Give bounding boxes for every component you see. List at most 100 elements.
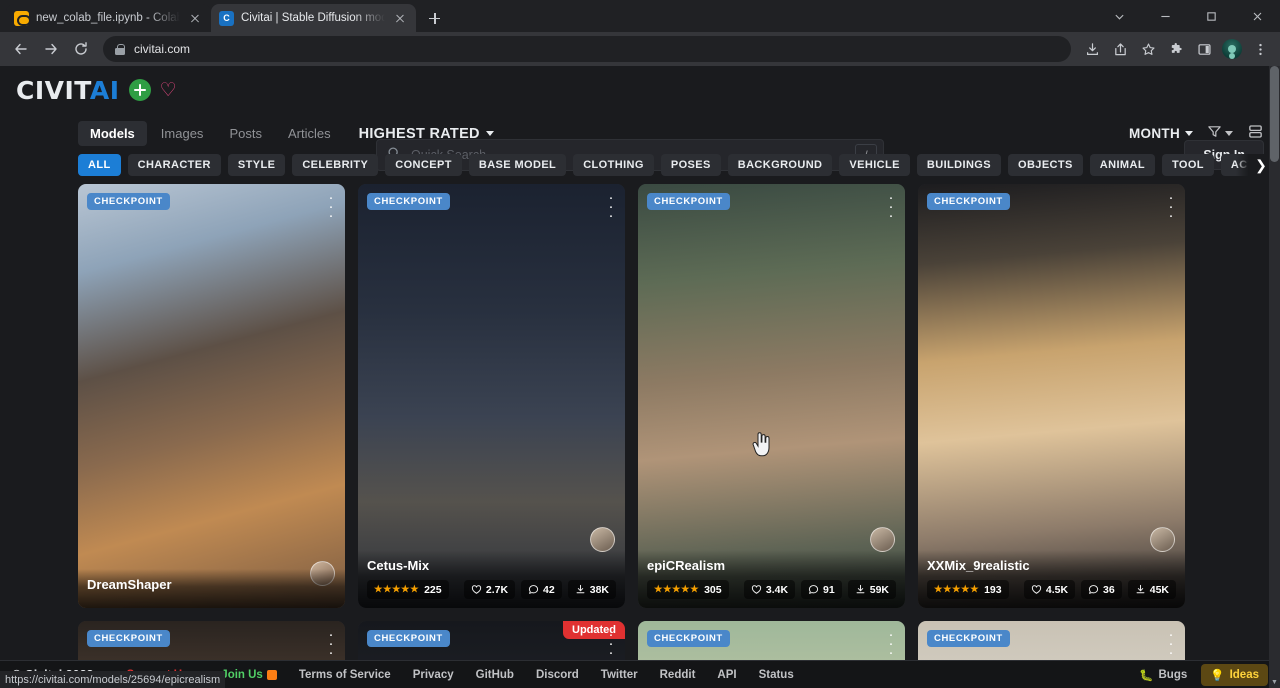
maximize-icon[interactable] [1188,0,1234,32]
filter-button[interactable] [1207,124,1233,144]
close-icon[interactable] [392,10,408,26]
category-chip[interactable]: STYLE [228,154,285,176]
model-card[interactable]: CHECKPOINT···epiCRealism★★★★★3053.4K9159… [638,184,905,608]
address-bar[interactable]: civitai.com [103,36,1071,62]
card-menu-icon[interactable]: ··· [326,630,336,657]
tab-models[interactable]: Models [78,121,147,146]
heart-icon[interactable]: ♡ [160,81,177,100]
sort-selector[interactable]: HIGHEST RATED [359,126,494,142]
tab-articles[interactable]: Articles [276,121,343,146]
install-icon[interactable] [1079,36,1105,62]
category-chip[interactable]: TOOL [1162,154,1214,176]
creator-avatar[interactable] [870,527,895,552]
category-chip[interactable]: POSES [661,154,721,176]
model-card[interactable]: CHECKPOINT ··· XXMix_9realistic ★★★★★1934.5… [918,184,1185,608]
comments-icon [808,584,819,595]
category-chip[interactable]: BUILDINGS [917,154,1001,176]
chrome-menu-icon[interactable] [1247,36,1273,62]
card-menu-icon[interactable]: ··· [606,630,616,657]
create-button[interactable] [129,79,151,101]
model-thumbnail [78,184,345,608]
model-stats: ★★★★★1934.5K3645K [927,580,1176,599]
downloads-pill: 59K [848,580,896,599]
civitai-logo[interactable]: CIVITAI ♡ [16,76,177,105]
page-scrollbar[interactable]: ▲ ▼ [1269,66,1280,688]
extensions-icon[interactable] [1163,36,1189,62]
category-chip[interactable]: BASE MODEL [469,154,566,176]
category-chip[interactable]: CHARACTER [128,154,221,176]
model-thumbnail [638,184,905,608]
likes-pill: 3.4K [744,580,795,599]
scroll-down-arrow[interactable]: ▼ [1269,677,1280,688]
share-icon[interactable] [1107,36,1133,62]
creator-avatar[interactable] [1150,527,1175,552]
footer-link-github[interactable]: GitHub [465,669,525,681]
card-menu-icon[interactable]: ··· [886,630,896,657]
scrollbar-thumb[interactable] [1270,66,1279,162]
card-menu-icon[interactable]: ··· [1166,630,1176,657]
card-menu-icon[interactable]: ··· [1166,193,1176,220]
tab-images[interactable]: Images [149,121,216,146]
layout-toggle-button[interactable] [1247,123,1264,145]
filter-funnel-icon [1207,124,1222,144]
model-card[interactable]: CHECKPOINT···Cetus-Mix★★★★★2252.7K4238K [358,184,625,608]
comments-icon [1088,584,1099,595]
comments-pill: 91 [801,580,842,599]
category-chip[interactable]: CLOTHING [573,154,654,176]
footer-link-terms-of-service[interactable]: Terms of Service [288,669,402,681]
browser-tab-colab[interactable]: new_colab_file.ipynb - Colaborat… [6,4,211,32]
model-type-badge: CHECKPOINT [927,193,1010,210]
model-card-meta: XXMix_9realistic ★★★★★1934.5K3645K [918,550,1185,608]
browser-tab-civitai[interactable]: C Civitai | Stable Diffusion models, [211,4,416,32]
category-chip[interactable]: ANIMAL [1090,154,1155,176]
browser-toolbar: civitai.com [0,32,1280,66]
model-title: Cetus-Mix [367,558,616,573]
chevron-down-icon[interactable] [1096,0,1142,32]
profile-avatar[interactable] [1219,36,1245,62]
footer-link-reddit[interactable]: Reddit [649,669,707,681]
footer-link-discord[interactable]: Discord [525,669,590,681]
category-chip[interactable]: VEHICLE [839,154,909,176]
category-chip[interactable]: BACKGROUND [728,154,833,176]
bookmark-star-icon[interactable] [1135,36,1161,62]
model-title: XXMix_9realistic [927,558,1176,573]
card-menu-icon[interactable]: ··· [886,193,896,220]
creator-avatar[interactable] [590,527,615,552]
new-tab-button[interactable] [420,4,448,32]
model-thumbnail [918,184,1185,608]
footer-link-privacy[interactable]: Privacy [402,669,465,681]
category-chip[interactable]: CELEBRITY [292,154,378,176]
category-chip[interactable]: ALL [78,154,121,176]
likes-icon [751,584,762,595]
footer-link-api[interactable]: API [706,669,747,681]
model-card[interactable]: CHECKPOINT···DreamShaper [78,184,345,608]
link-status-bar: https://civitai.com/models/25694/epicrea… [0,671,225,688]
card-menu-icon[interactable]: ··· [326,193,336,220]
bugs-button[interactable]: 🐛 Bugs [1131,665,1195,685]
footer-link-status[interactable]: Status [748,669,805,681]
minimize-icon[interactable] [1142,0,1188,32]
model-type-badge: CHECKPOINT [647,193,730,210]
card-menu-icon[interactable]: ··· [606,193,616,220]
model-stats: ★★★★★3053.4K9159K [647,580,896,599]
chevron-right-icon[interactable]: ❯ [1236,154,1272,176]
close-icon[interactable] [187,10,203,26]
model-type-badge: CHECKPOINT [87,193,170,210]
site-header: CIVITAI ♡ [0,66,1280,114]
tab-strip: new_colab_file.ipynb - Colaborat… C Civi… [0,0,1280,32]
rating-pill: ★★★★★225 [367,580,449,599]
tab-posts[interactable]: Posts [217,121,274,146]
sort-value: HIGHEST RATED [359,126,480,142]
category-chip[interactable]: OBJECTS [1008,154,1083,176]
footer-link-twitter[interactable]: Twitter [590,669,649,681]
back-icon[interactable] [7,35,35,63]
category-chip[interactable]: CONCEPT [385,154,462,176]
rating-count: 305 [704,584,722,596]
period-value: MONTH [1129,126,1180,141]
side-panel-icon[interactable] [1191,36,1217,62]
close-icon[interactable] [1234,0,1280,32]
forward-icon[interactable] [37,35,65,63]
period-selector[interactable]: MONTH [1129,126,1193,141]
ideas-button[interactable]: 💡 Ideas [1201,664,1268,686]
reload-icon[interactable] [67,35,95,63]
